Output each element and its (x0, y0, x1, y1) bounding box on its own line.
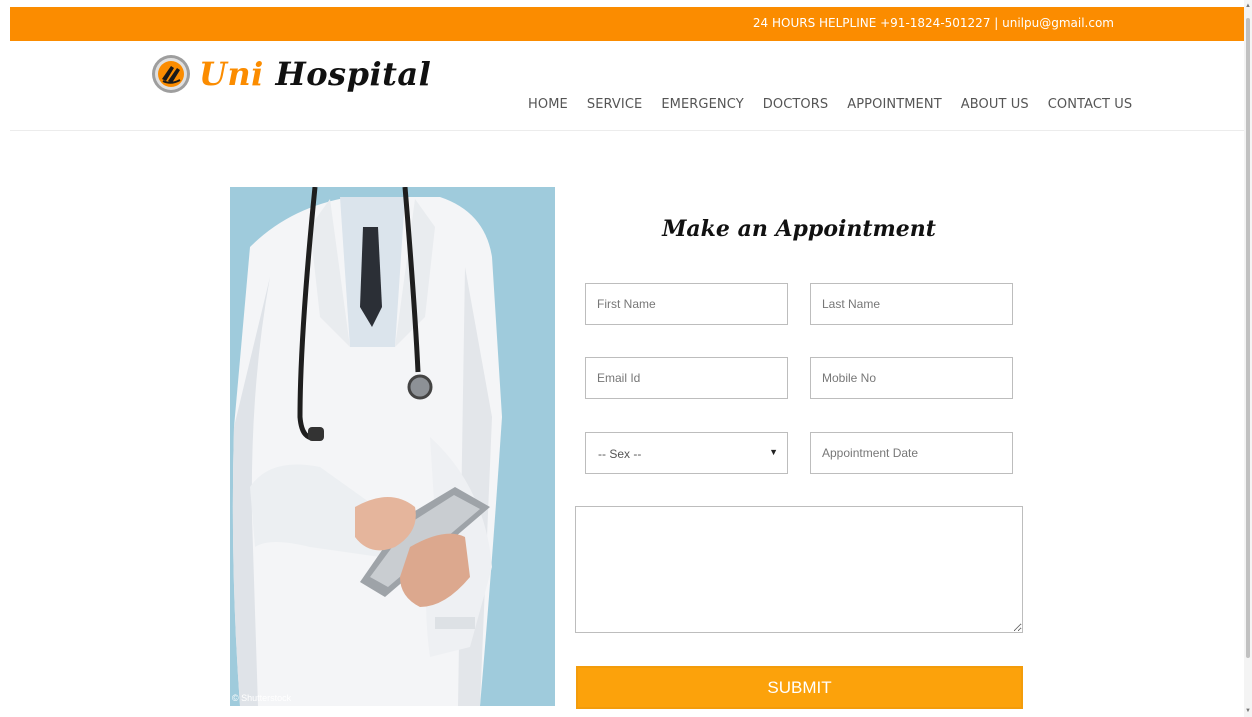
photo-credit: © Shutterstock (232, 693, 292, 703)
appointment-form-title: Make an Appointment (662, 216, 936, 242)
mobile-input[interactable] (810, 357, 1013, 399)
scroll-down-icon[interactable]: ▼ (1245, 708, 1251, 714)
site-header: Uni Hospital HOME SERVICE EMERGENCY DOCT… (10, 41, 1244, 131)
message-textarea[interactable] (575, 506, 1023, 633)
submit-button[interactable]: SUBMIT (576, 666, 1023, 709)
first-name-input[interactable] (585, 283, 788, 325)
scrollbar-thumb[interactable] (1246, 18, 1250, 658)
top-helpline-bar: 24 HOURS HELPLINE +91-1824-501227 | unil… (10, 7, 1244, 41)
email-input[interactable] (585, 357, 788, 399)
nav-contact-us[interactable]: CONTACT US (1048, 97, 1133, 112)
nav-about-us[interactable]: ABOUT US (961, 97, 1029, 112)
sex-select[interactable]: -- Sex -- ▼ (585, 432, 788, 474)
site-logo[interactable]: Uni Hospital (151, 54, 431, 94)
doctor-illustration (232, 187, 502, 706)
scroll-up-icon[interactable]: ▲ (1245, 3, 1251, 9)
page-scrollbar[interactable]: ▲ ▼ (1244, 0, 1252, 717)
helpline-text: 24 HOURS HELPLINE +91-1824-501227 | unil… (752, 16, 1114, 30)
nav-emergency[interactable]: EMERGENCY (661, 97, 743, 112)
logo-prefix: Uni (199, 55, 264, 93)
university-emblem-icon (152, 55, 190, 93)
sex-select-value: -- Sex -- (598, 447, 642, 461)
nav-appointment[interactable]: APPOINTMENT (847, 97, 942, 112)
logo-wordmark: Uni Hospital (199, 55, 431, 93)
last-name-input[interactable] (810, 283, 1013, 325)
nav-service[interactable]: SERVICE (587, 97, 643, 112)
nav-doctors[interactable]: DOCTORS (763, 97, 828, 112)
logo-suffix: Hospital (275, 55, 432, 93)
doctor-photo: © Shutterstock (230, 187, 555, 706)
nav-home[interactable]: HOME (528, 97, 568, 112)
chevron-down-icon: ▼ (769, 447, 778, 457)
main-nav: HOME SERVICE EMERGENCY DOCTORS APPOINTME… (528, 97, 1132, 112)
appointment-date-input[interactable] (810, 432, 1013, 474)
